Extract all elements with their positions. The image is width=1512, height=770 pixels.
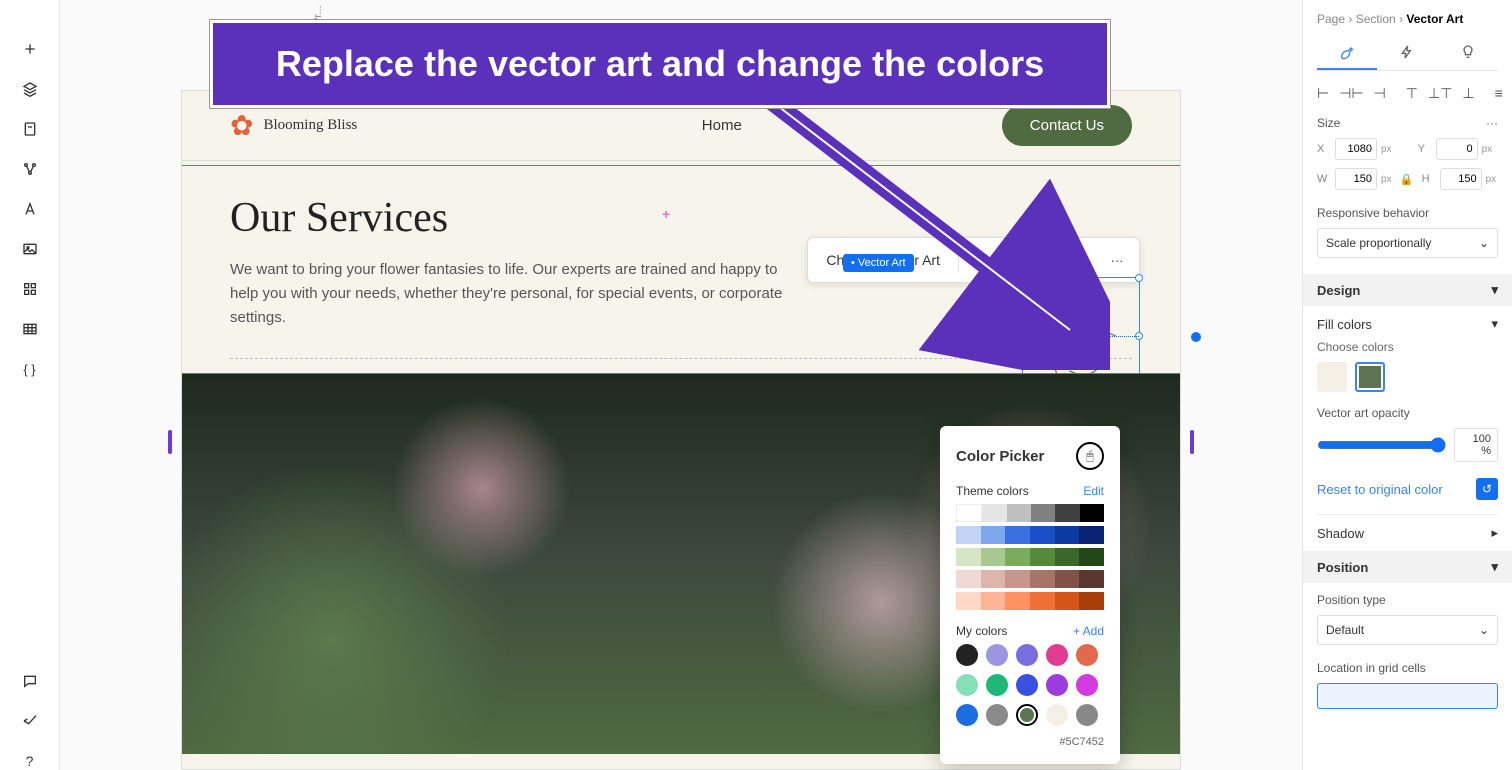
color-swatch[interactable] — [1046, 644, 1068, 666]
more-icon[interactable]: ? — [21, 752, 39, 770]
position-type-label: Position type — [1317, 593, 1386, 607]
chat-icon[interactable] — [21, 672, 39, 690]
color-swatch[interactable] — [1016, 644, 1038, 666]
align-center-v-icon: ⊥⊤ — [1428, 85, 1452, 102]
w-input[interactable] — [1335, 168, 1377, 190]
canvas[interactable]: Desktop (Pr... ✿ Blooming Bliss Home Con… — [60, 0, 1302, 770]
color-picker-title: Color Picker — [956, 448, 1044, 465]
theme-colors-label: Theme colors — [956, 484, 1029, 498]
color-swatch[interactable] — [1076, 704, 1098, 726]
inspector-panel: Page › Section › Vector Art ⊢⊣⊢⊣ ⊤⊥⊤⊥ ≡ … — [1302, 0, 1512, 770]
brand-logo-icon: ✿ — [230, 109, 253, 143]
section-description: We want to bring your flower fantasies t… — [230, 258, 810, 330]
hex-value: #5C7452 — [956, 736, 1104, 748]
fill-colors-label: Fill colors — [1317, 317, 1372, 332]
alignment-controls[interactable]: ⊢⊣⊢⊣ ⊤⊥⊤⊥ ≡ — [1317, 85, 1498, 102]
color-swatch[interactable] — [1016, 704, 1038, 726]
left-toolbar: { } ? — [0, 0, 60, 770]
tab-inspect[interactable] — [1438, 36, 1498, 70]
color-swatch[interactable] — [1046, 674, 1068, 696]
color-picker-popup: Color Picker 🖰 Theme colors Edit My colo… — [940, 426, 1120, 764]
opacity-value[interactable]: 100 % — [1454, 428, 1498, 462]
page-icon[interactable] — [21, 120, 39, 138]
color-swatch[interactable] — [1016, 674, 1038, 696]
grid-icon[interactable] — [21, 320, 39, 338]
nav-link-home[interactable]: Home — [702, 117, 742, 134]
color-swatch[interactable] — [956, 704, 978, 726]
center-marker-icon: + — [662, 206, 670, 222]
lock-aspect-icon[interactable]: 🔒 — [1396, 168, 1418, 190]
close-icon[interactable]: 🖰 — [1076, 442, 1104, 470]
image-icon[interactable] — [21, 240, 39, 258]
color-swatch[interactable] — [1046, 704, 1068, 726]
color-swatch[interactable] — [956, 644, 978, 666]
text-icon[interactable] — [21, 200, 39, 218]
size-label: Size — [1317, 116, 1340, 130]
color-swatch[interactable] — [986, 644, 1008, 666]
position-section-header[interactable]: Position▾ — [1303, 551, 1512, 583]
position-type-select[interactable]: Default⌄ — [1317, 615, 1498, 645]
fill-collapse-icon[interactable]: ▾ — [1491, 316, 1498, 332]
grid-location-input[interactable] — [1317, 683, 1498, 709]
opacity-label: Vector art opacity — [1317, 406, 1498, 420]
my-colors-label: My colors — [956, 624, 1007, 638]
align-bottom-icon: ⊥ — [1462, 85, 1474, 102]
fill-color-1[interactable] — [1317, 362, 1347, 392]
color-swatch[interactable] — [986, 674, 1008, 696]
tab-interactions[interactable] — [1377, 36, 1437, 70]
help-icon[interactable] — [21, 712, 39, 730]
location-label: Location in grid cells — [1317, 661, 1426, 675]
breadcrumb[interactable]: Page › Section › Vector Art — [1317, 12, 1498, 26]
color-swatch[interactable] — [1076, 644, 1098, 666]
section-handle-right[interactable] — [1190, 430, 1194, 454]
align-top-icon: ⊤ — [1406, 85, 1418, 102]
brand: ✿ Blooming Bliss — [230, 109, 357, 143]
reset-color-link[interactable]: Reset to original color — [1317, 482, 1443, 497]
code-icon[interactable]: { } — [21, 360, 39, 378]
my-colors-swatches[interactable] — [956, 644, 1104, 726]
add-color-link[interactable]: + Add — [1073, 624, 1104, 638]
y-input[interactable] — [1436, 138, 1478, 160]
opacity-slider[interactable] — [1317, 437, 1446, 453]
arrow-icon — [760, 90, 1110, 370]
site-icon[interactable] — [21, 160, 39, 178]
instruction-banner: Replace the vector art and change the co… — [210, 20, 1110, 108]
responsive-select[interactable]: Scale proportionally⌄ — [1317, 228, 1498, 258]
choose-colors-label: Choose colors — [1317, 340, 1498, 354]
x-input[interactable] — [1335, 138, 1377, 160]
responsive-label: Responsive behavior — [1317, 206, 1429, 220]
edit-theme-link[interactable]: Edit — [1083, 484, 1104, 498]
reset-icon[interactable]: ↺ — [1476, 478, 1498, 500]
align-center-h-icon: ⊣⊢ — [1339, 85, 1363, 102]
distribute-icon: ≡ — [1495, 85, 1503, 102]
h-input[interactable] — [1440, 168, 1482, 190]
color-swatch[interactable] — [986, 704, 1008, 726]
shadow-row[interactable]: Shadow▸ — [1317, 514, 1498, 551]
tab-design[interactable] — [1317, 36, 1377, 70]
apps-icon[interactable] — [21, 280, 39, 298]
color-swatch[interactable] — [956, 674, 978, 696]
layers-icon[interactable] — [21, 80, 39, 98]
size-more-icon[interactable]: ··· — [1486, 116, 1498, 130]
design-section-header[interactable]: Design▾ — [1303, 274, 1512, 306]
fill-color-2[interactable] — [1355, 362, 1385, 392]
theme-color-grid[interactable] — [956, 504, 1104, 610]
section-handle-left[interactable] — [168, 430, 172, 454]
brand-name: Blooming Bliss — [263, 117, 357, 134]
align-left-icon: ⊢ — [1317, 85, 1329, 102]
align-right-icon: ⊣ — [1374, 85, 1386, 102]
color-swatch[interactable] — [1076, 674, 1098, 696]
add-icon[interactable] — [21, 40, 39, 58]
